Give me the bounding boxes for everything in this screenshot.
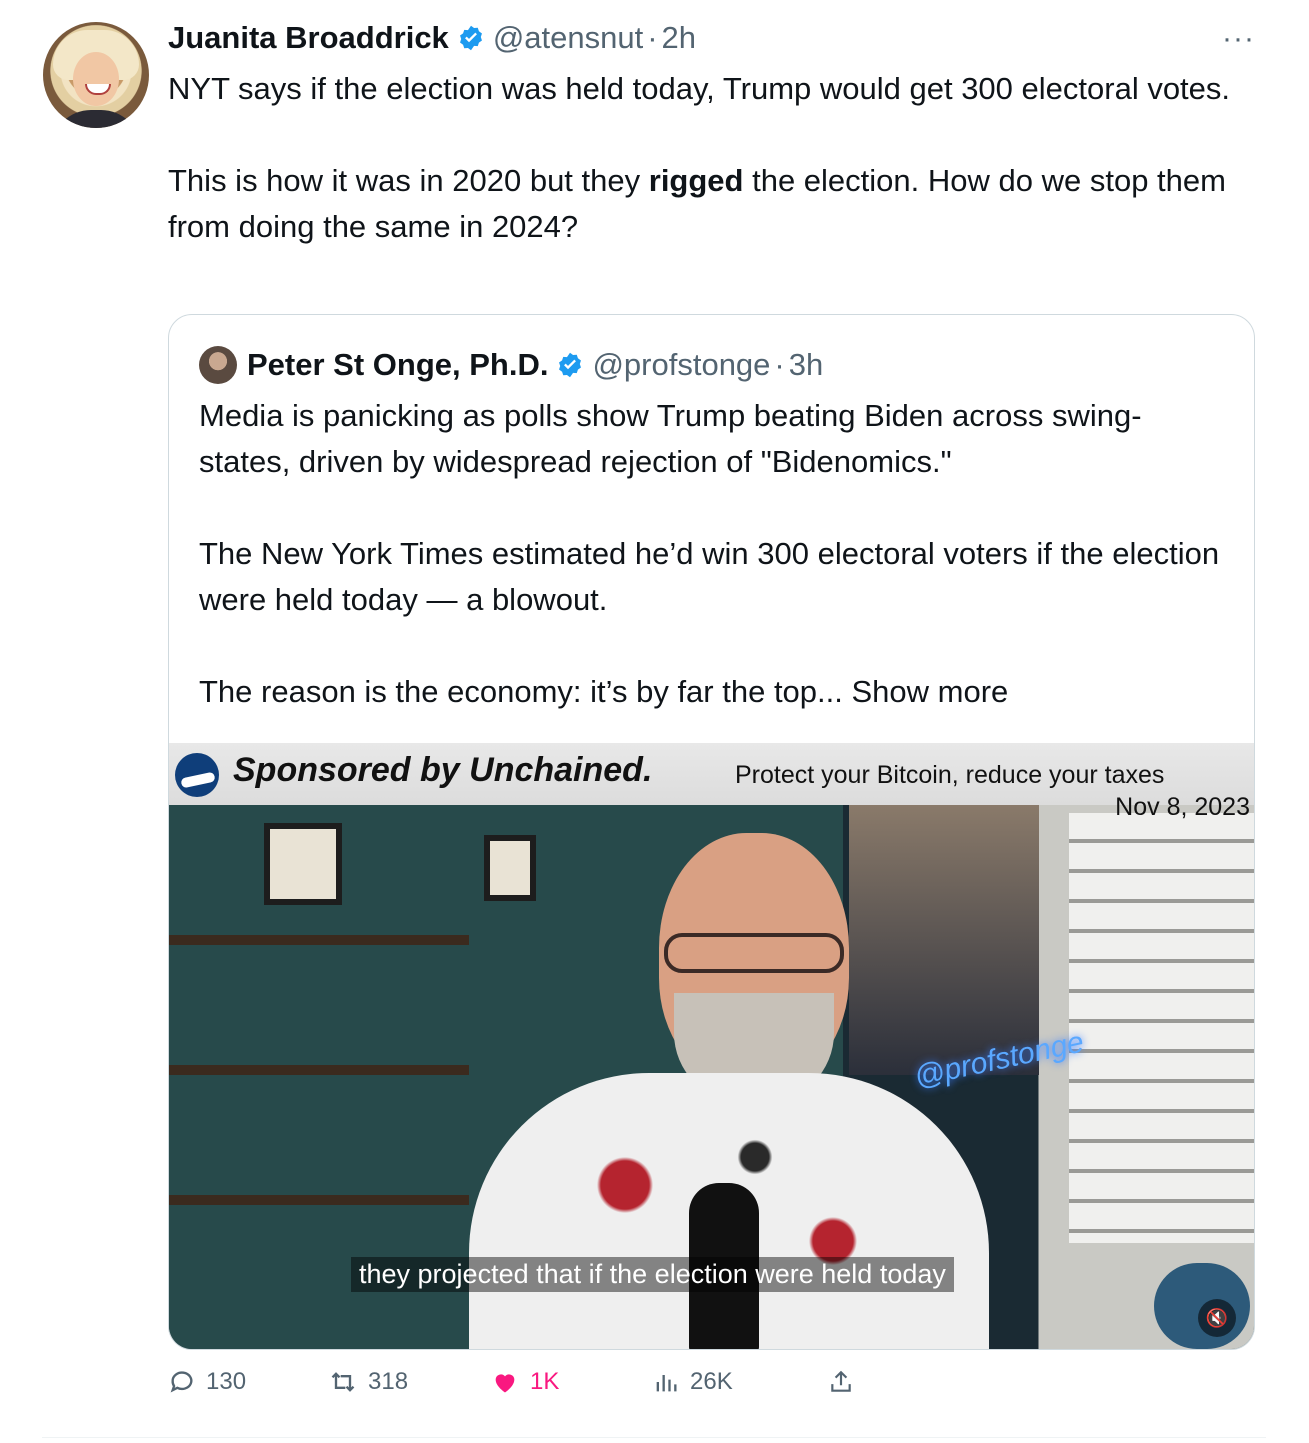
banner-date: Nov 8, 2023 [1115, 793, 1250, 821]
window-blinds [1069, 813, 1254, 1243]
video-player[interactable]: @profstonge Sponsored by Unchained. Prot… [169, 743, 1254, 1349]
reply-button[interactable]: 130 [168, 1368, 246, 1396]
tweet-paragraph: NYT says if the election was held today,… [168, 71, 1231, 106]
show-more-link[interactable]: Show more [851, 674, 1008, 709]
views-button[interactable]: 26K [652, 1368, 733, 1396]
views-count: 26K [690, 1368, 733, 1395]
tweet-header: Juanita Broaddrick @atensnut · 2h [168, 16, 696, 60]
unchained-logo-icon [175, 753, 219, 797]
heart-icon [495, 1374, 515, 1393]
mute-icon[interactable]: 🔇 [1198, 1299, 1236, 1337]
retweet-button[interactable]: 318 [328, 1368, 408, 1396]
verified-badge-icon [457, 24, 485, 52]
quote-paragraph: The reason is the economy: it’s by far t… [199, 669, 1229, 715]
tweet-text: NYT says if the election was held today,… [168, 66, 1278, 250]
tweet-text-span: This is how it was in 2020 but they [168, 163, 649, 198]
video-caption: they projected that if the election were… [351, 1257, 954, 1292]
banner-protect-text: Protect your Bitcoin, reduce your taxes [735, 761, 1165, 789]
action-bar: 130 318 1K 26K [168, 1368, 868, 1406]
more-options-icon[interactable]: ··· [1222, 22, 1255, 56]
quote-header: Peter St Onge, Ph.D. @profstonge · 3h [199, 345, 823, 385]
quote-author-handle[interactable]: @profstonge [592, 347, 770, 383]
quote-text: Media is panicking as polls show Trump b… [199, 393, 1229, 715]
speaker-glasses [664, 933, 844, 973]
tweet-bold-text: rigged [648, 163, 744, 198]
like-count: 1K [530, 1368, 560, 1395]
retweet-icon [331, 1372, 355, 1392]
author-handle[interactable]: @atensnut [493, 20, 643, 56]
separator-dot: · [774, 347, 785, 382]
reply-icon [170, 1371, 193, 1393]
divider [42, 1437, 1266, 1438]
banner-sponsored-text: Sponsored by Unchained. [233, 751, 653, 789]
like-button[interactable]: 1K [490, 1368, 559, 1396]
reply-count: 130 [206, 1368, 247, 1395]
tweet[interactable]: Juanita Broaddrick @atensnut · 2h ··· NY… [0, 0, 1309, 1443]
views-chart-icon [656, 1375, 677, 1392]
tweet-timestamp[interactable]: 2h [662, 20, 696, 56]
share-button[interactable] [828, 1368, 864, 1396]
city-poster [849, 805, 1039, 1075]
quote-paragraph: Media is panicking as polls show Trump b… [199, 398, 1142, 479]
share-icon [831, 1370, 851, 1392]
sponsor-banner: Sponsored by Unchained. Protect your Bit… [169, 743, 1254, 805]
quote-author-avatar[interactable] [199, 346, 237, 384]
quote-timestamp[interactable]: 3h [789, 347, 823, 383]
quoted-tweet[interactable]: Peter St Onge, Ph.D. @profstonge · 3h Me… [168, 314, 1255, 1350]
verified-badge-icon [556, 351, 584, 379]
retweet-count: 318 [368, 1368, 409, 1395]
author-name[interactable]: Juanita Broaddrick [168, 20, 449, 56]
quote-text-span: The reason is the economy: it’s by far t… [199, 674, 852, 709]
author-avatar[interactable] [43, 22, 149, 128]
separator-dot: · [647, 20, 658, 55]
quote-paragraph: The New York Times estimated he’d win 30… [199, 536, 1220, 617]
quote-author-name[interactable]: Peter St Onge, Ph.D. [247, 347, 548, 383]
tweet-paragraph: This is how it was in 2020 but they rigg… [168, 158, 1278, 250]
